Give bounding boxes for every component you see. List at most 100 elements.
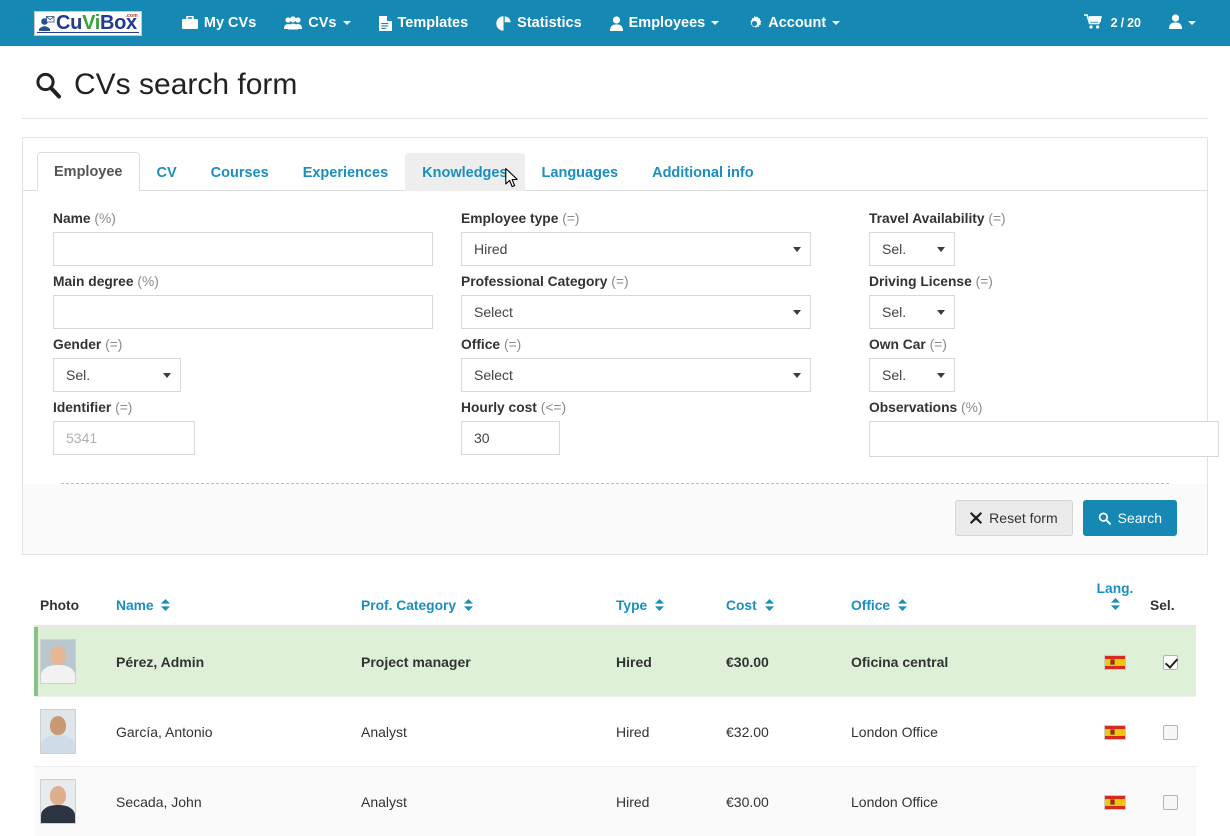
office-cell: London Office [845,766,1086,836]
name-input[interactable] [53,232,433,266]
type-cell: Hired [610,626,720,697]
column-label: Photo [40,598,80,613]
tab-cv[interactable]: CV [140,153,194,191]
driving-license-select[interactable]: Sel. [869,295,955,329]
page-container: CVs search form Employee CV Courses Expe… [0,46,1230,836]
travel-availability-select[interactable]: Sel. [869,232,955,266]
form-grid: Name (%) Main degree (%) Gender (=) Sel.… [53,211,1219,465]
table-row[interactable]: García, Antonio Analyst Hired €32.00 Lon… [34,696,1196,767]
nav-item-my-cvs[interactable]: My CVs [168,0,270,46]
column-label: Sel. [1150,598,1175,613]
cuvibox-logo-icon [38,15,55,32]
field-label-own-car: Own Car (=) [869,337,1219,352]
tab-courses[interactable]: Courses [194,153,286,191]
office-cell: Oficina central [845,626,1086,697]
avatar [40,709,76,754]
tab-employee[interactable]: Employee [37,152,140,191]
select-cell [1144,696,1196,767]
field-label-professional-category: Professional Category (=) [461,274,841,289]
brand-logo[interactable]: CuViBox .com [34,10,142,36]
table-row[interactable]: Pérez, Admin Project manager Hired €30.0… [34,626,1196,697]
field-driving-license: Driving License (=) Sel. [869,274,1219,329]
column-header-cost[interactable]: Cost [720,573,845,627]
nav-item-cvs[interactable]: CVs [270,0,364,46]
sort-icon [161,599,171,614]
column-label: Office [851,598,891,613]
search-button[interactable]: Search [1082,500,1177,536]
office-select[interactable]: Select [461,358,811,392]
field-label-driving-license: Driving License (=) [869,274,1219,289]
column-header-type[interactable]: Type [610,573,720,627]
professional-category-select-wrap: Select [461,295,811,329]
travel-availability-select-wrap: Sel. [869,232,955,266]
tab-label: Employee [54,164,123,180]
field-label-name: Name (%) [53,211,433,226]
nav-item-employees[interactable]: Employees [596,0,734,46]
gender-select[interactable]: Sel. [53,358,181,392]
form-tabs: Employee CV Courses Experiences Knowledg… [23,138,1207,191]
field-label-gender: Gender (=) [53,337,433,352]
sort-icon [897,599,907,614]
search-icon [34,71,62,99]
label-text: Main degree [53,274,134,289]
label-text: Name [53,211,91,226]
table-row[interactable]: Secada, John Analyst Hired €30.00 London… [34,766,1196,836]
label-text: Observations [869,400,958,415]
column-header-name[interactable]: Name [110,573,355,627]
tab-knowledges[interactable]: Knowledges [405,153,525,191]
main-degree-input[interactable] [53,295,433,329]
label-text: Driving License [869,274,972,289]
close-x-icon [970,512,983,524]
cart-separator: / [1120,16,1125,30]
cart-button[interactable]: 2 / 20 [1070,14,1155,32]
lang-cell [1086,626,1144,697]
tab-additional-info[interactable]: Additional info [635,153,770,191]
reset-form-label: Reset form [989,510,1058,526]
sort-icon [463,599,473,614]
avatar [40,779,76,824]
nav-item-templates[interactable]: Templates [365,0,483,46]
column-label: Cost [726,598,757,613]
professional-category-select[interactable]: Select [461,295,811,329]
observations-input[interactable] [869,421,1219,457]
name-cell: Secada, John [110,766,355,836]
reset-form-button[interactable]: Reset form [955,500,1073,536]
field-gender: Gender (=) Sel. [53,337,433,392]
column-header-sel: Sel. [1144,573,1196,627]
user-menu-button[interactable] [1155,14,1214,32]
label-text: Own Car [869,337,926,352]
label-operator: (=) [988,211,1006,226]
column-header-office[interactable]: Office [845,573,1086,627]
row-select-checkbox[interactable] [1162,724,1178,740]
sort-icon [764,599,774,614]
employee-type-select[interactable]: Hired [461,232,811,266]
field-professional-category: Professional Category (=) Select [461,274,841,329]
tab-experiences[interactable]: Experiences [286,153,405,191]
field-hourly-cost: Hourly cost (<=) [461,400,841,455]
nav-item-account[interactable]: Account [733,0,854,46]
column-header-photo: Photo [34,573,110,627]
label-operator: (<=) [540,400,567,415]
office-cell: London Office [845,696,1086,767]
chevron-down-icon [342,21,351,25]
employee-type-select-wrap: Hired [461,232,811,266]
label-operator: (%) [137,274,159,289]
brand-text-part2: Vi [82,11,100,34]
cost-cell: €30.00 [720,626,845,697]
tab-languages[interactable]: Languages [525,153,636,191]
file-text-icon [378,15,392,31]
page-title: CVs search form [22,46,1208,119]
photo-cell [34,626,110,697]
nav-item-statistics[interactable]: Statistics [482,0,595,46]
photo-cell [34,766,110,836]
label-operator: (%) [94,211,116,226]
hourly-cost-input[interactable] [461,421,560,455]
column-header-lang[interactable]: Lang. [1086,573,1144,627]
nav-item-label: Templates [397,15,469,31]
column-header-prof-category[interactable]: Prof. Category [355,573,610,627]
nav-item-label: My CVs [203,15,257,31]
row-select-checkbox[interactable] [1162,654,1178,670]
own-car-select[interactable]: Sel. [869,358,955,392]
identifier-input[interactable] [53,421,195,455]
row-select-checkbox[interactable] [1162,794,1178,810]
